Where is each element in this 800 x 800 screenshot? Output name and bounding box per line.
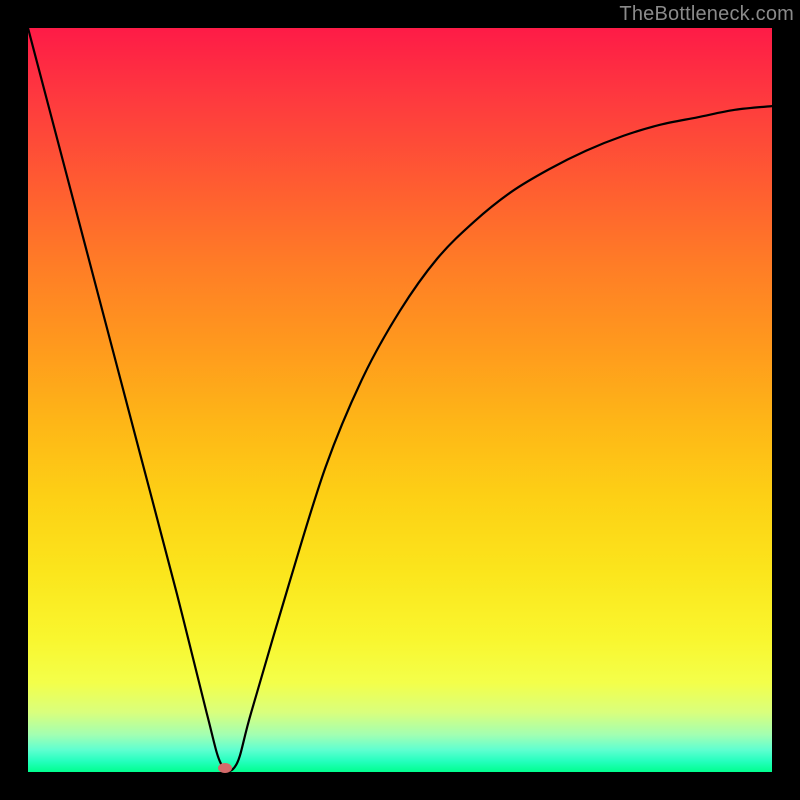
minimum-marker — [218, 763, 232, 773]
chart-frame: TheBottleneck.com — [0, 0, 800, 800]
watermark-label: TheBottleneck.com — [619, 3, 794, 26]
plot-area — [28, 28, 772, 772]
bottleneck-curve — [28, 28, 772, 772]
